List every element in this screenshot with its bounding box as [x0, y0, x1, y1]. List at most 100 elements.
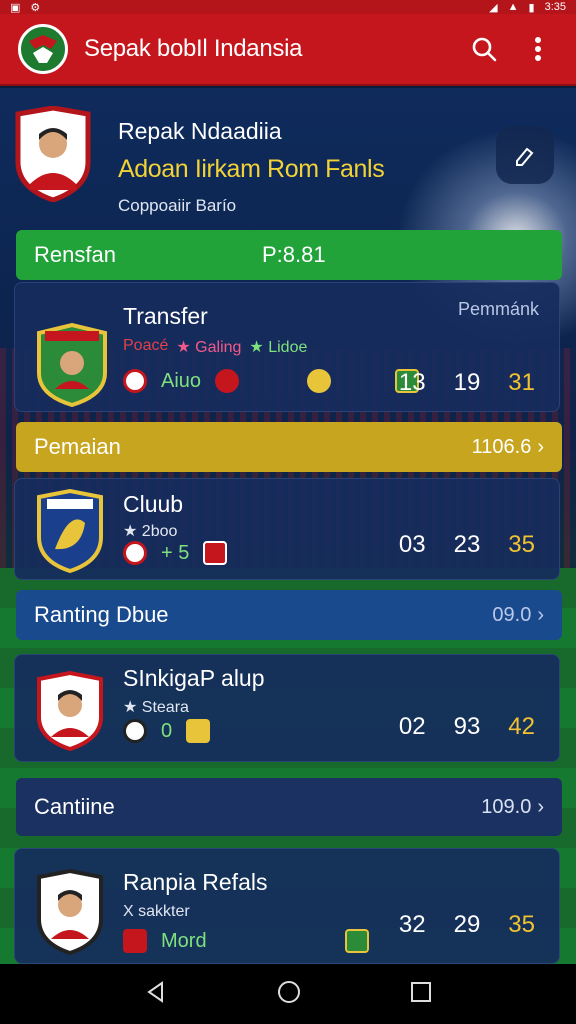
section-label: Cantiine [34, 794, 115, 819]
player-badge-icon [37, 671, 103, 751]
edit-icon [516, 147, 534, 166]
ball-icon [123, 369, 147, 393]
stat-value: 32 [398, 911, 426, 938]
profile-header: Repak Ndaadiia Adoan Iirkam Rom Fanls Co… [14, 105, 562, 236]
card-stats: 13 19 31 [399, 369, 535, 397]
card-title: SInkigaP alup [123, 665, 265, 691]
card-icon-text: Mord [161, 929, 207, 952]
card-corner-label: Pemmánk [457, 299, 539, 319]
player-avatar-icon [15, 105, 91, 203]
home-icon [278, 980, 300, 1003]
meta-tag: Poacé [123, 337, 169, 354]
card-icon-text: Aiuo [161, 369, 202, 392]
settings-icon: ⚙ [30, 1, 41, 14]
club-icon [203, 541, 228, 565]
meta-tag: ★ Galing [176, 339, 242, 356]
section-value: 09.0 [492, 603, 532, 626]
section-label: Pemaian [34, 434, 121, 459]
card-title: Ranpia Refals [123, 869, 268, 895]
app-bar: Sepak bobIl Indansia [0, 14, 576, 86]
stat-value-highlight: 42 [508, 713, 535, 740]
stat-value: 29 [453, 911, 481, 938]
back-button[interactable] [144, 980, 168, 1009]
wifi-icon: ◢ [489, 1, 498, 14]
stat-value-highlight: 35 [508, 531, 535, 558]
card-title: Transfer [123, 303, 208, 329]
card-meta: X sakkter [123, 903, 190, 920]
ball-icon [123, 541, 147, 565]
card-icon-text: 0 [161, 719, 173, 742]
app-logo[interactable] [18, 24, 68, 74]
stat-value-highlight: 31 [508, 369, 535, 396]
card-cluub[interactable]: Cluub ★ 2boo + 5 03 23 35 [14, 478, 560, 580]
card-ranpia-refals[interactable]: Ranpia Refals X sakkter Mord 32 29 35 [14, 848, 560, 964]
section-bar-rensfan[interactable]: Rensfan P:8.81 [16, 230, 562, 280]
card-icons: + 5 [123, 541, 228, 565]
status-bar: ▣ ⚙ ◢ ▲ ▮ 3:35 [0, 0, 576, 14]
player-badge-icon [37, 869, 103, 955]
section-bar-pemaian[interactable]: Pemaian 1106.6 › [16, 422, 562, 472]
card-sinkigap-alup[interactable]: SInkigaP alup ★ Steara 0 02 93 42 [14, 654, 560, 762]
shield-icon [344, 929, 369, 953]
battery-icon: ▮ [528, 1, 535, 14]
section-bar-cantiine[interactable]: Cantiine 109.0 › [16, 778, 562, 836]
recents-button[interactable] [410, 981, 432, 1008]
shield-icon [186, 719, 211, 743]
chevron-right-icon: › [537, 435, 544, 458]
home-button[interactable] [276, 979, 302, 1010]
card-meta: ★ 2boo [123, 523, 178, 540]
section-label: Rensfan [34, 242, 116, 267]
section-value: 109.0 [481, 795, 532, 818]
search-icon [472, 37, 497, 62]
header-caption: Coppoaiir Barío [118, 196, 237, 215]
header-subtitle: Adoan Iirkam Rom Fanls [118, 155, 385, 183]
back-icon [147, 980, 163, 1003]
section-value-group: 1106.6 › [472, 436, 544, 459]
stat-value: 02 [398, 713, 426, 740]
section-value: P:8.81 [262, 242, 326, 267]
header-name: Repak Ndaadiia [118, 118, 282, 144]
recents-icon [411, 981, 431, 1002]
signal-icon: ▲ [507, 1, 519, 13]
stat-value: 19 [453, 369, 481, 396]
search-button[interactable] [464, 29, 504, 69]
more-vertical-icon [535, 37, 541, 61]
card-title: Cluub [123, 491, 184, 517]
more-menu-button[interactable] [518, 29, 558, 69]
status-time: 3:35 [544, 1, 566, 13]
stat-value: 93 [453, 713, 481, 740]
chevron-right-icon: › [537, 795, 544, 818]
section-value-group: 09.0 › [492, 604, 544, 627]
section-value-group: 109.0 › [481, 796, 544, 819]
main-content[interactable]: Repak Ndaadiia Adoan Iirkam Rom Fanls Co… [0, 88, 576, 964]
card-transfer[interactable]: Transfer Pemmánk Poacé ★ Galing ★ Lidoe … [14, 282, 560, 412]
player-icon [215, 369, 240, 393]
system-nav-bar [0, 964, 576, 1024]
section-label: Ranting Dbue [34, 602, 169, 627]
card-meta: Poacé ★ Galing ★ Lidoe [123, 337, 307, 357]
app-title: Sepak bobIl Indansia [84, 35, 303, 62]
card-icon-text: + 5 [161, 541, 190, 564]
stat-value: 23 [453, 531, 481, 558]
card-icons: 0 [123, 719, 211, 743]
section-bar-ranting-dbue[interactable]: Ranting Dbue 09.0 › [16, 590, 562, 640]
card-stats: 32 29 35 [399, 911, 535, 939]
trophy-icon [307, 369, 332, 393]
card-icons: Aiuo [123, 369, 420, 393]
chevron-right-icon: › [537, 603, 544, 626]
logo-emblem-icon [21, 27, 65, 71]
player-crest [14, 105, 92, 203]
meta-tag: ★ Lidoe [249, 339, 308, 356]
stat-value: 03 [398, 531, 426, 558]
card-stats: 03 23 35 [399, 531, 535, 559]
stat-value: 13 [398, 369, 426, 396]
edit-button[interactable] [496, 126, 554, 184]
card-stats: 02 93 42 [399, 713, 535, 741]
ball-icon [123, 719, 147, 743]
card-meta: ★ Steara [123, 699, 189, 716]
club-badge-icon [37, 489, 103, 573]
card-icons: Mord [123, 929, 369, 953]
club-icon [123, 929, 147, 953]
stat-value-highlight: 35 [508, 911, 535, 938]
section-value: 1106.6 [471, 435, 532, 458]
